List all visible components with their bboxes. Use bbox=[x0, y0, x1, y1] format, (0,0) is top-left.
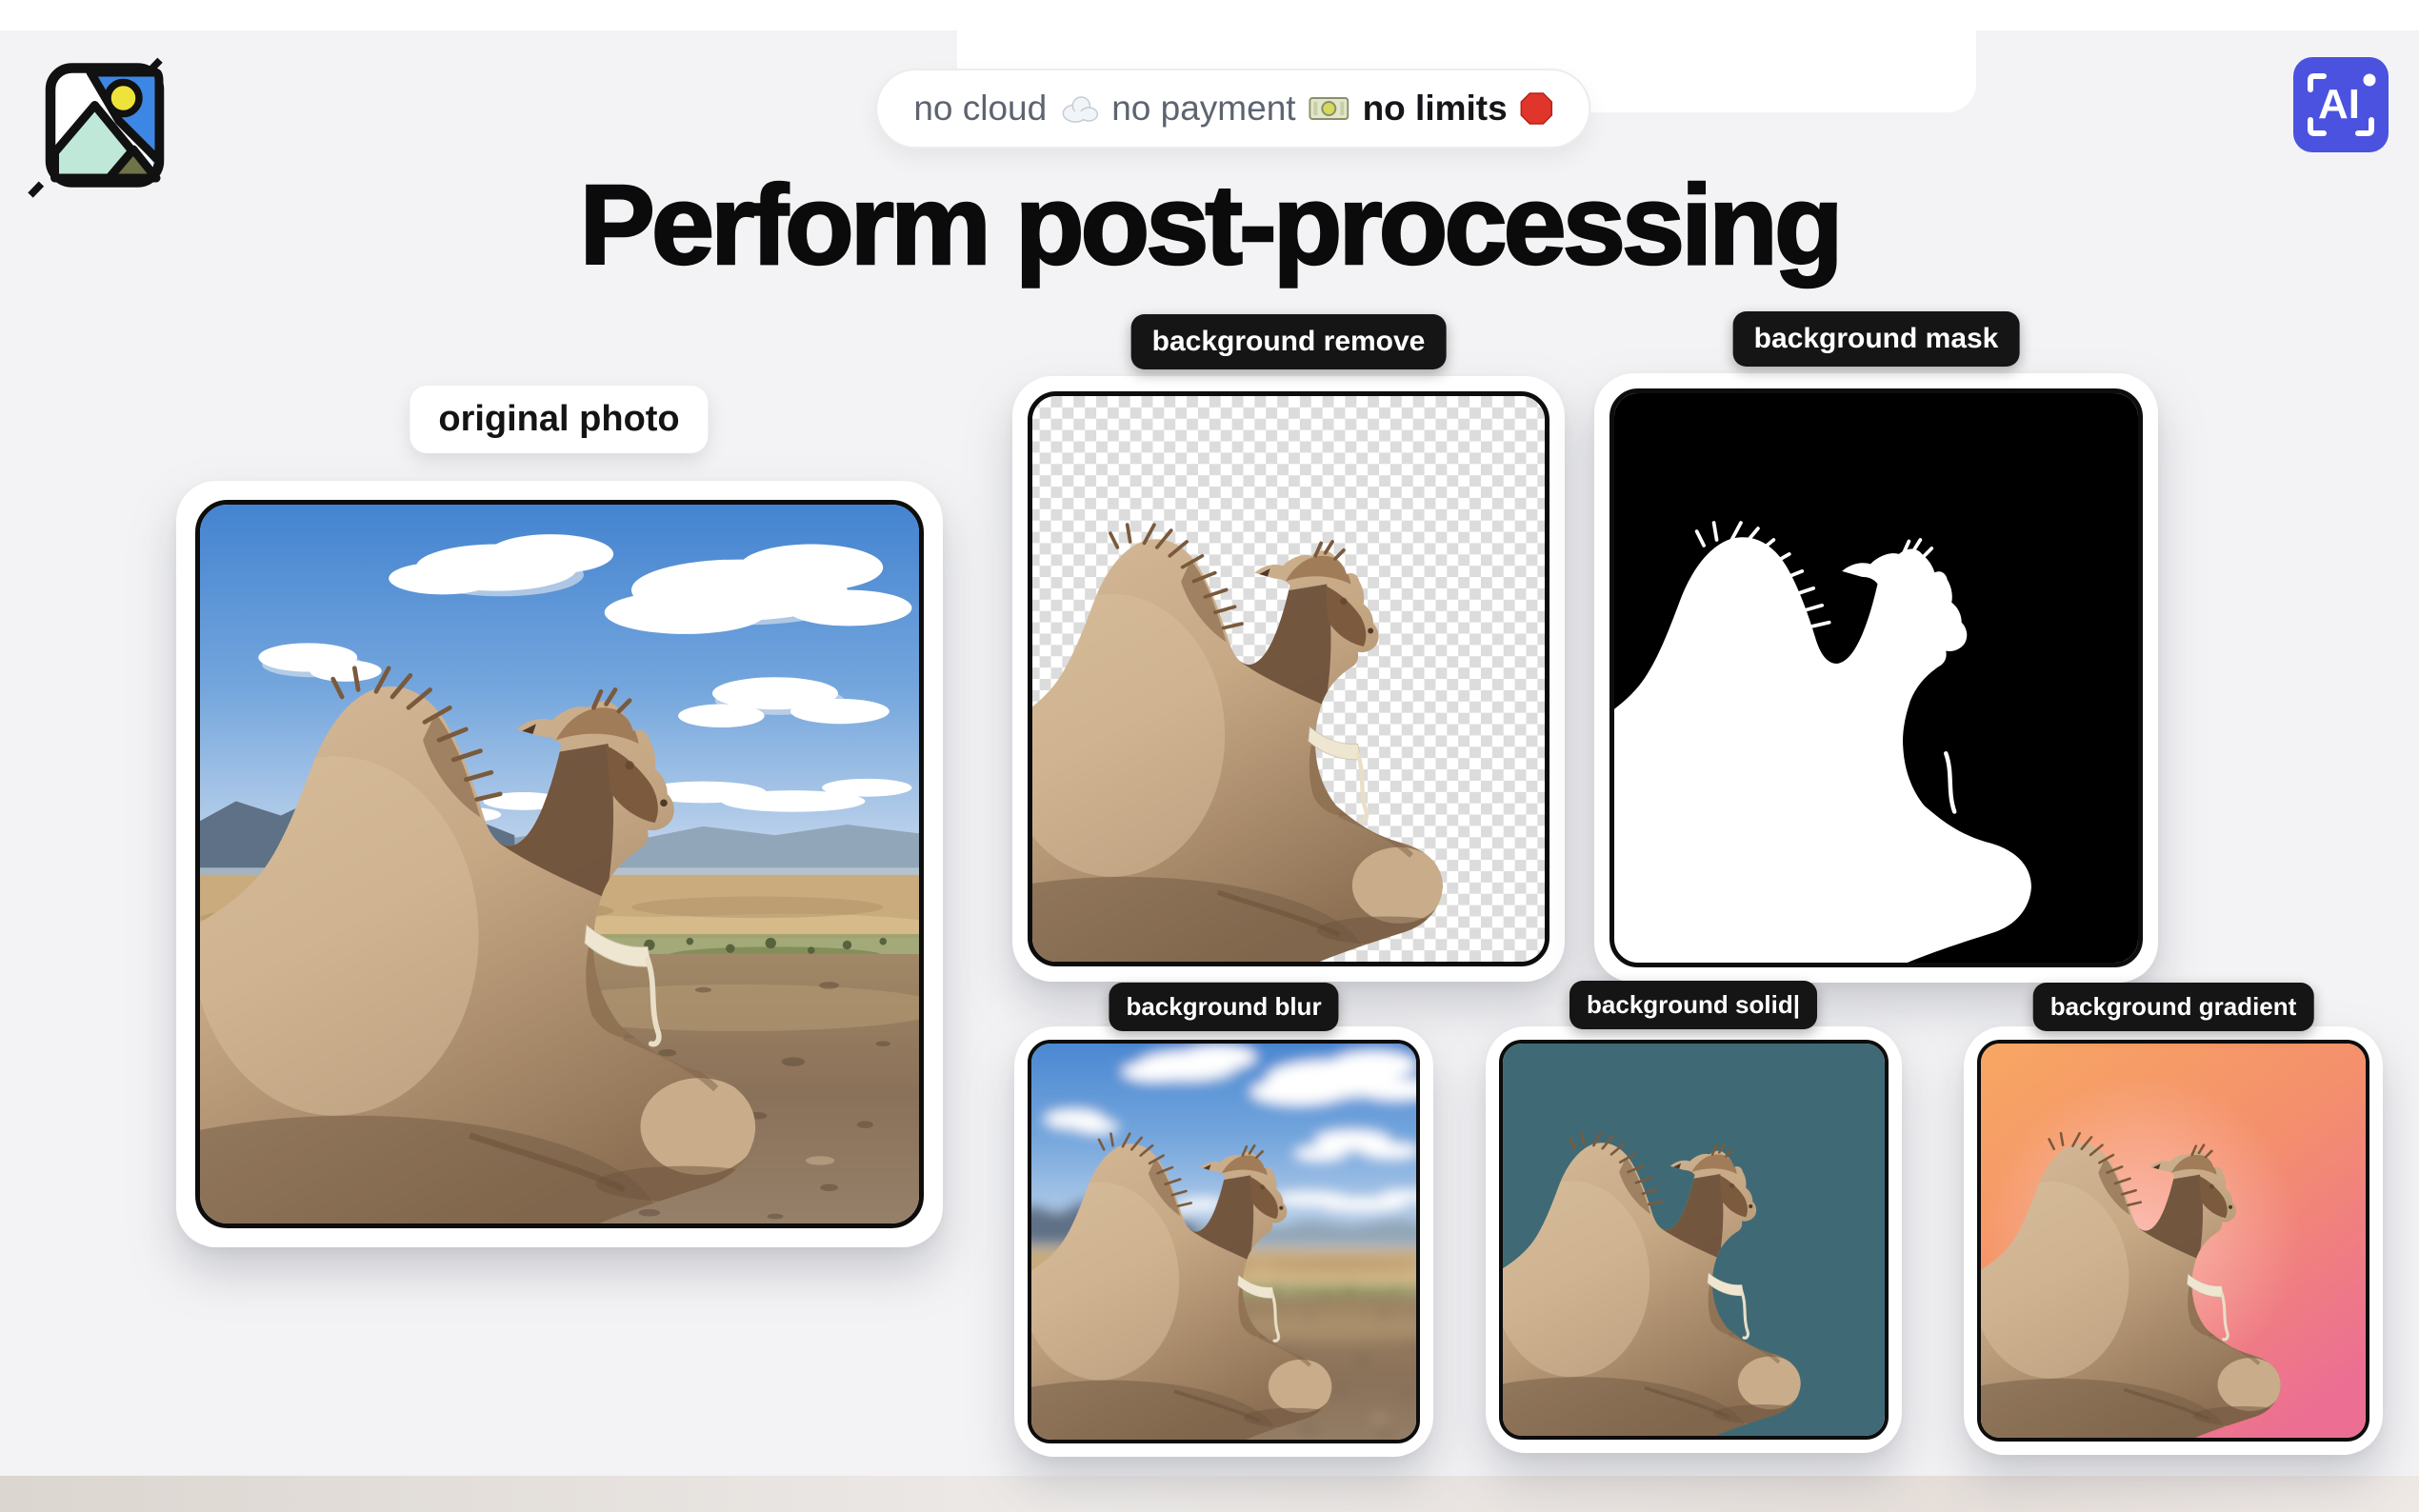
background-blur-image bbox=[1028, 1040, 1420, 1443]
background-solid-image bbox=[1499, 1040, 1889, 1440]
bottom-strip bbox=[0, 1476, 2419, 1512]
background-remove-label: background remove bbox=[1131, 314, 1447, 369]
background-gradient-label: background gradient bbox=[2033, 983, 2314, 1031]
stop-sign-icon bbox=[1521, 92, 1553, 125]
background-blur-card bbox=[1014, 1026, 1433, 1457]
cloud-icon bbox=[1060, 94, 1098, 123]
background-blur-label: background blur bbox=[1109, 983, 1338, 1031]
background-remove-card bbox=[1012, 376, 1565, 982]
background-gradient-image bbox=[1977, 1040, 2369, 1442]
feature-badge: no cloud no payment no limits bbox=[875, 69, 1590, 149]
background-mask-label: background mask bbox=[1733, 311, 2020, 367]
badge-no-payment-text: no payment bbox=[1111, 89, 1295, 129]
page: no cloud no payment no limits AI Perform… bbox=[0, 0, 2419, 1512]
badge-no-cloud-text: no cloud bbox=[913, 89, 1047, 129]
original-photo-card bbox=[176, 481, 943, 1247]
original-photo-label: original photo bbox=[410, 386, 708, 453]
background-solid-card bbox=[1486, 1026, 1902, 1453]
background-gradient-card bbox=[1964, 1026, 2383, 1455]
background-mask-image bbox=[1609, 388, 2143, 967]
background-solid-label: background solid| bbox=[1569, 981, 1817, 1029]
ai-logo-icon: AI bbox=[2293, 57, 2389, 152]
badge-no-limits-text: no limits bbox=[1363, 89, 1508, 129]
background-remove-image bbox=[1028, 391, 1549, 966]
ai-logo-text: AI bbox=[2318, 81, 2360, 128]
page-title: Perform post-processing bbox=[0, 158, 2419, 294]
banknote-icon bbox=[1309, 95, 1349, 122]
original-photo-image bbox=[195, 500, 924, 1228]
background-mask-card bbox=[1594, 373, 2158, 983]
